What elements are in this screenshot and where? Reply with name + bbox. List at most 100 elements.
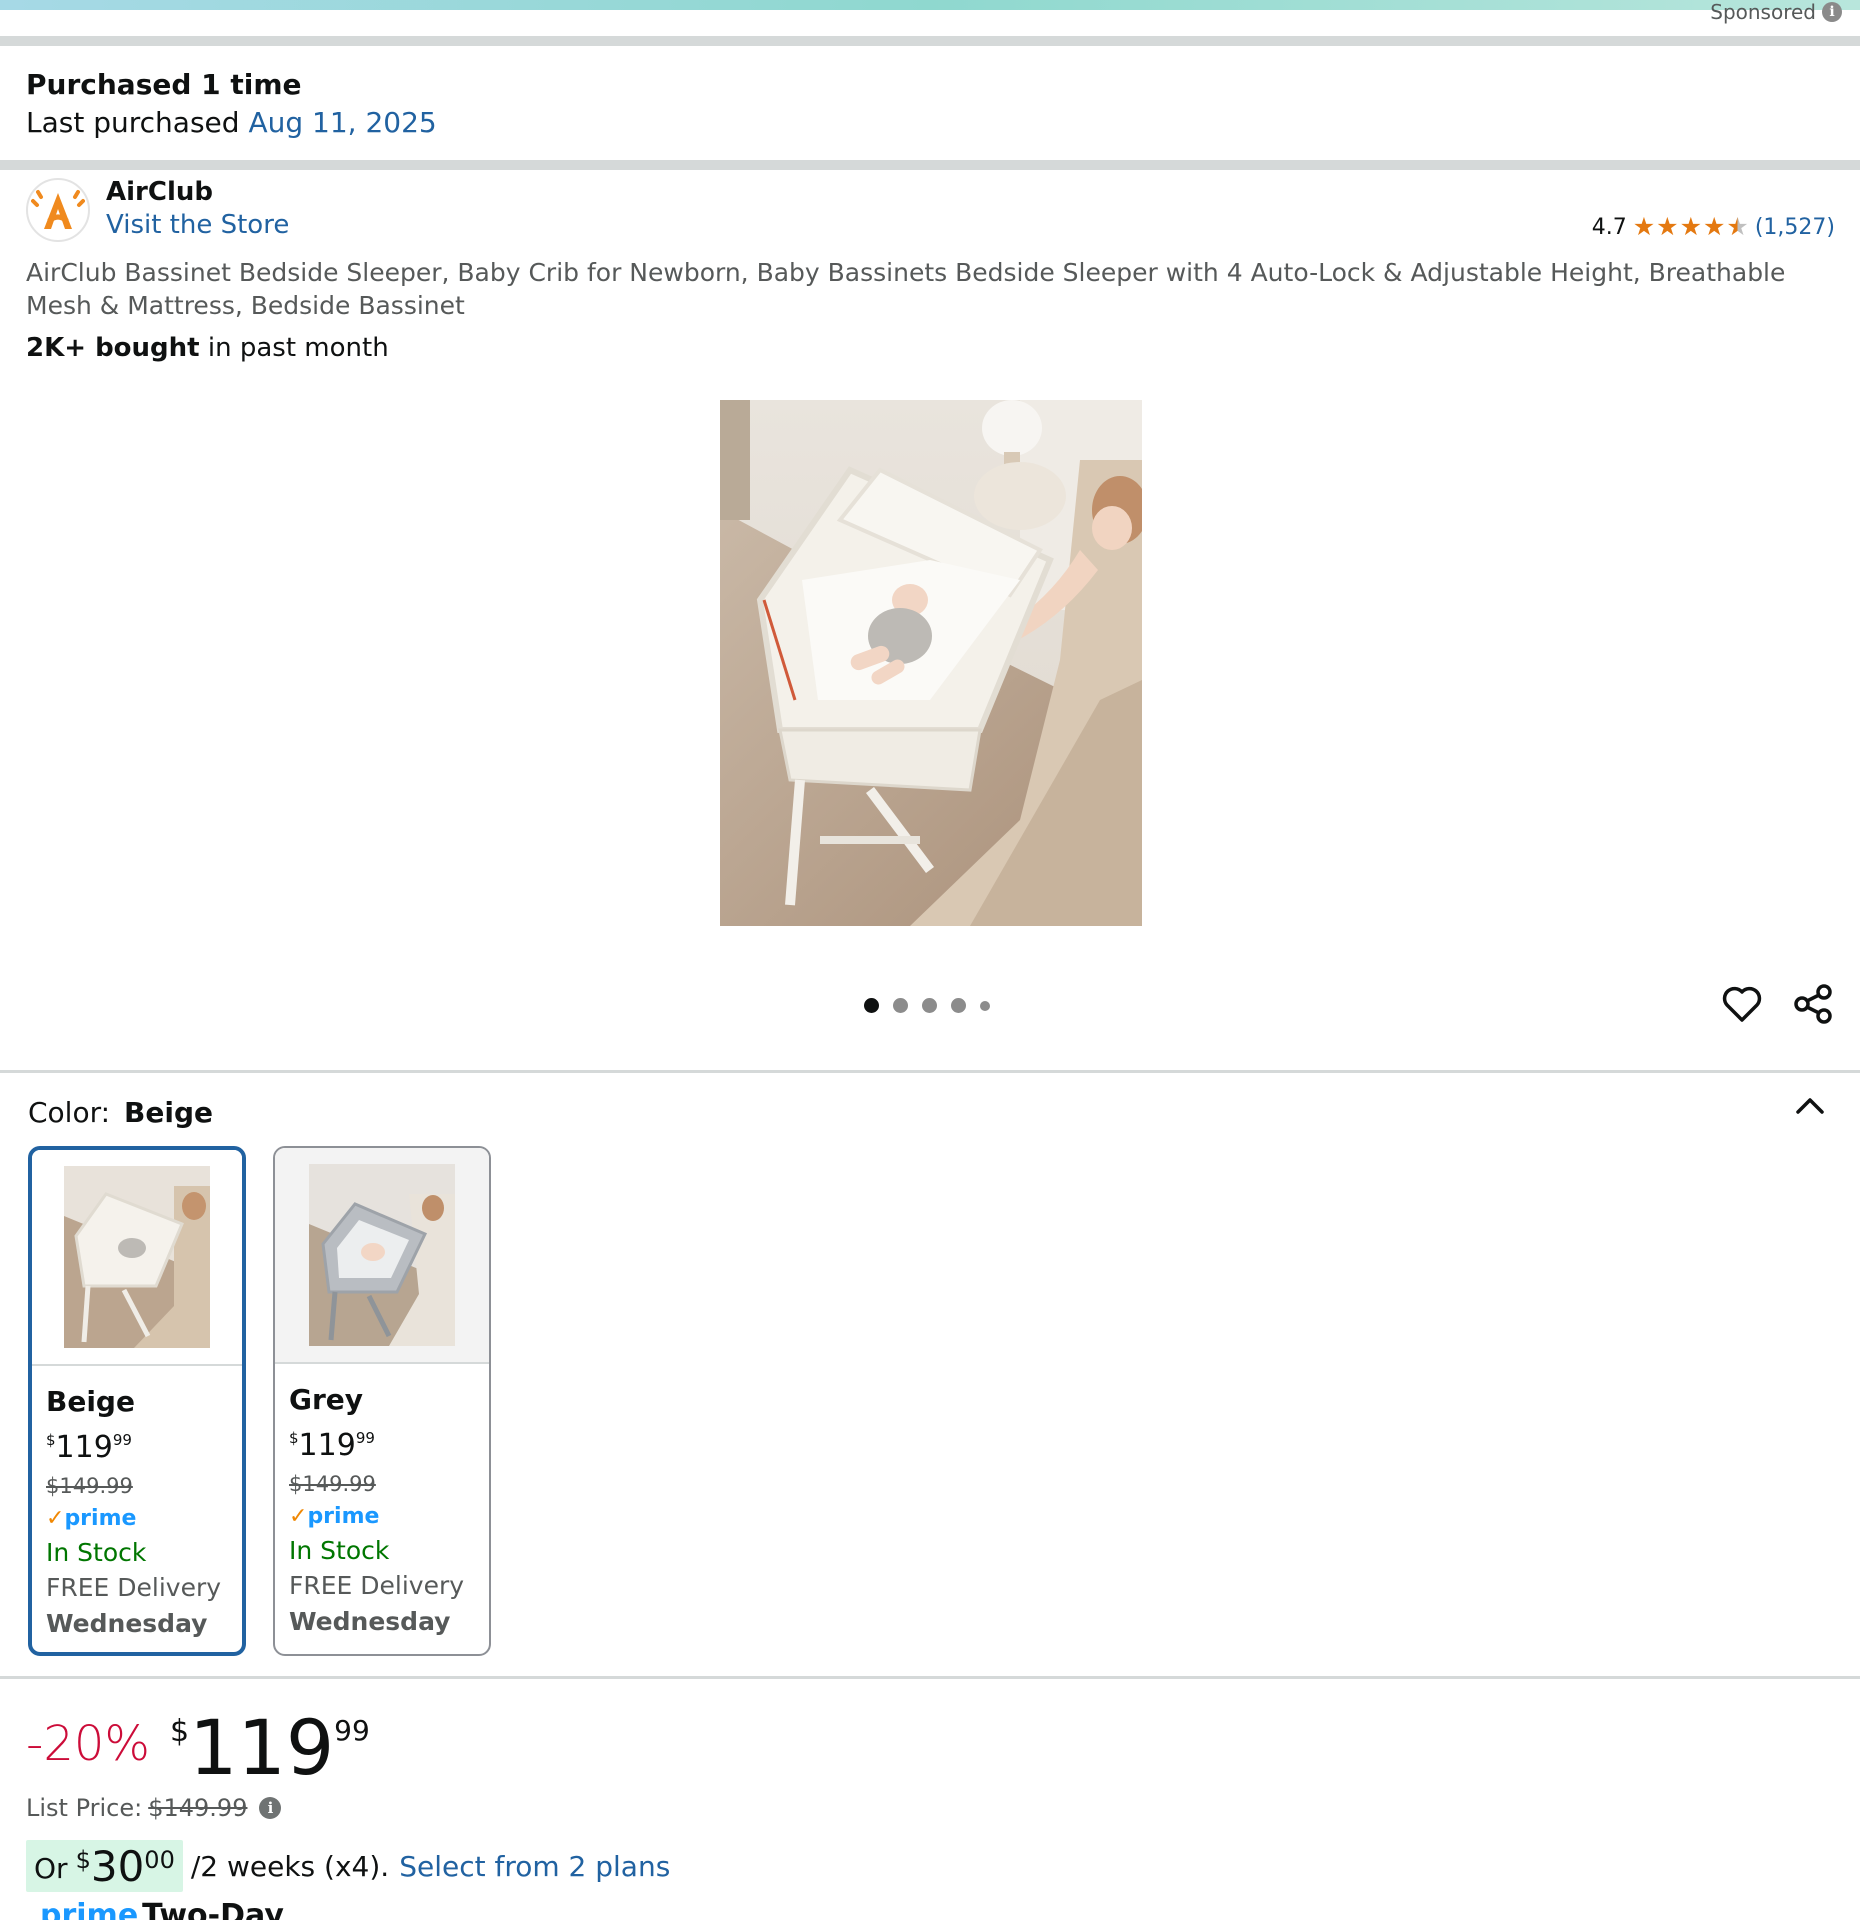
bought-suffix: in past month [199,333,389,363]
installment-price-pill: Or $ 30 00 [26,1840,183,1892]
swatch-info: Beige $11999 $149.99 ✓prime In Stock FRE… [32,1366,242,1642]
beige-bassinet-thumbnail [64,1166,210,1348]
swatch-info: Grey $11999 $149.99 ✓prime In Stock FREE… [275,1364,489,1640]
star-icon: ★ [1656,212,1679,241]
add-to-list-button[interactable] [1718,980,1766,1028]
price-whole: 119 [55,1430,113,1465]
rating-count-link[interactable]: (1,527) [1755,215,1835,240]
section-divider [0,1070,1860,1073]
swatch-price: $11999 [289,1418,475,1466]
price-fraction: 99 [334,1714,370,1747]
airclub-logo[interactable] [26,178,90,242]
purchase-history: Purchased 1 time Last purchased Aug 11, … [26,66,437,142]
color-option-grey[interactable]: Grey $11999 $149.99 ✓prime In Stock FREE… [273,1146,491,1656]
collapse-colors-button[interactable] [1790,1090,1830,1120]
swatch-delivery-day: Wednesday [289,1607,451,1636]
rating-value: 4.7 [1591,214,1627,240]
bought-in-past-month: 2K+ bought in past month [26,333,389,363]
grey-bassinet-thumbnail [309,1164,455,1346]
list-price-label: List Price: [26,1794,143,1822]
bought-count: 2K+ bought [26,333,200,363]
currency-symbol: $ [46,1431,56,1449]
installment-fraction: 00 [144,1846,175,1874]
product-title[interactable]: AirClub Bassinet Bedside Sleeper, Baby C… [26,256,1786,322]
delivery-speed: Two-Day [142,1898,284,1920]
bassinet-photo [720,400,1142,926]
brand-name: AirClub [106,177,213,207]
last-purchased-date-link[interactable]: Aug 11, 2025 [248,106,436,139]
chevron-up-icon [1796,1098,1824,1114]
select-plans-link[interactable]: Select from 2 plans [399,1850,670,1883]
prime-check-icon: ✓ [289,1504,308,1529]
price-fraction: 99 [355,1429,375,1447]
installment-prefix: Or [34,1852,68,1885]
installment-row: Or $ 30 00 /2 weeks (x4). Select from 2 … [26,1840,670,1892]
star-icon: ★ [1703,212,1726,241]
prime-check-icon: ✓ [46,1506,65,1531]
star-icon: ★ [1632,212,1656,241]
info-icon[interactable]: i [259,1797,282,1819]
prime-badge: ✓prime [46,1502,228,1536]
swatch-stock: In Stock [46,1538,147,1567]
currency-symbol: $ [170,1714,190,1749]
heart-icon [1722,986,1762,1022]
share-icon [1794,984,1832,1024]
purchase-count: Purchased 1 time [26,68,302,101]
swatch-name: Grey [289,1383,364,1416]
price-whole: 119 [189,1703,335,1792]
carousel-dot[interactable] [922,998,937,1013]
section-divider [0,1676,1860,1679]
color-option-beige[interactable]: Beige $11999 $149.99 ✓prime In Stock FRE… [28,1146,246,1656]
share-button[interactable] [1790,980,1838,1028]
airclub-logo-icon [31,190,85,229]
last-purchased-label: Last purchased [26,106,249,139]
sponsored-text: Sponsored [1710,0,1816,24]
swatch-stock: In Stock [289,1536,390,1565]
swatch-image-wrap [32,1150,242,1366]
list-price-row: List Price: $149.99 i [26,1794,282,1822]
currency-symbol: $ [75,1846,91,1874]
prime-label: prime [64,1506,137,1531]
star-icon: ★ [1679,212,1702,241]
half-star-icon: ★ [1726,212,1749,241]
sponsored-label[interactable]: Sponsored i [1710,0,1842,24]
swatch-list-price: $149.99 [289,1472,376,1496]
carousel-dot[interactable] [980,1000,990,1011]
discount-percent: -20% [26,1716,151,1772]
carousel-dot[interactable] [951,998,966,1013]
prime-label: prime [307,1504,380,1529]
list-price-value: $149.99 [148,1794,248,1822]
swatch-price: $11999 [46,1420,228,1468]
visit-store-link[interactable]: Visit the Store [106,210,289,240]
swatch-list-price: $149.99 [46,1474,133,1498]
swatch-image-wrap [275,1148,489,1364]
currency-symbol: $ [289,1429,299,1447]
top-gradient-band [0,0,1860,10]
carousel-dot-active[interactable] [864,998,879,1013]
current-price: $ 119 99 [170,1706,370,1790]
color-selector-label: Color: Beige [28,1096,213,1129]
swatch-delivery: FREE Delivery [46,1573,222,1602]
price-fraction: 99 [112,1431,132,1449]
section-divider [0,160,1860,170]
color-label-text: Color: [28,1096,111,1129]
section-divider [0,36,1860,46]
swatch-name: Beige [46,1385,135,1418]
price-whole: 119 [298,1428,356,1463]
installment-whole: 30 [90,1842,145,1891]
selected-color-value: Beige [124,1096,214,1129]
last-purchased-line: Last purchased Aug 11, 2025 [26,104,437,142]
swatch-delivery: FREE Delivery [289,1571,465,1600]
image-carousel-dots[interactable] [864,998,990,1013]
prime-badge: ✓prime [289,1500,475,1534]
price-block: -20% $ 119 99 [26,1706,370,1790]
rating-summary[interactable]: 4.7 ★ ★ ★ ★ ★ (1,527) [1592,214,1835,240]
installment-terms: /2 weeks (x4). [190,1849,390,1883]
star-rating: ★ ★ ★ ★ ★ [1633,214,1749,240]
info-icon[interactable]: i [1822,2,1842,22]
carousel-dot[interactable] [893,998,908,1013]
prime-delivery-partial: prime Two-Day [40,1898,284,1920]
prime-label: prime [40,1898,139,1920]
swatch-delivery-day: Wednesday [46,1609,208,1638]
product-main-image[interactable] [720,400,1142,926]
